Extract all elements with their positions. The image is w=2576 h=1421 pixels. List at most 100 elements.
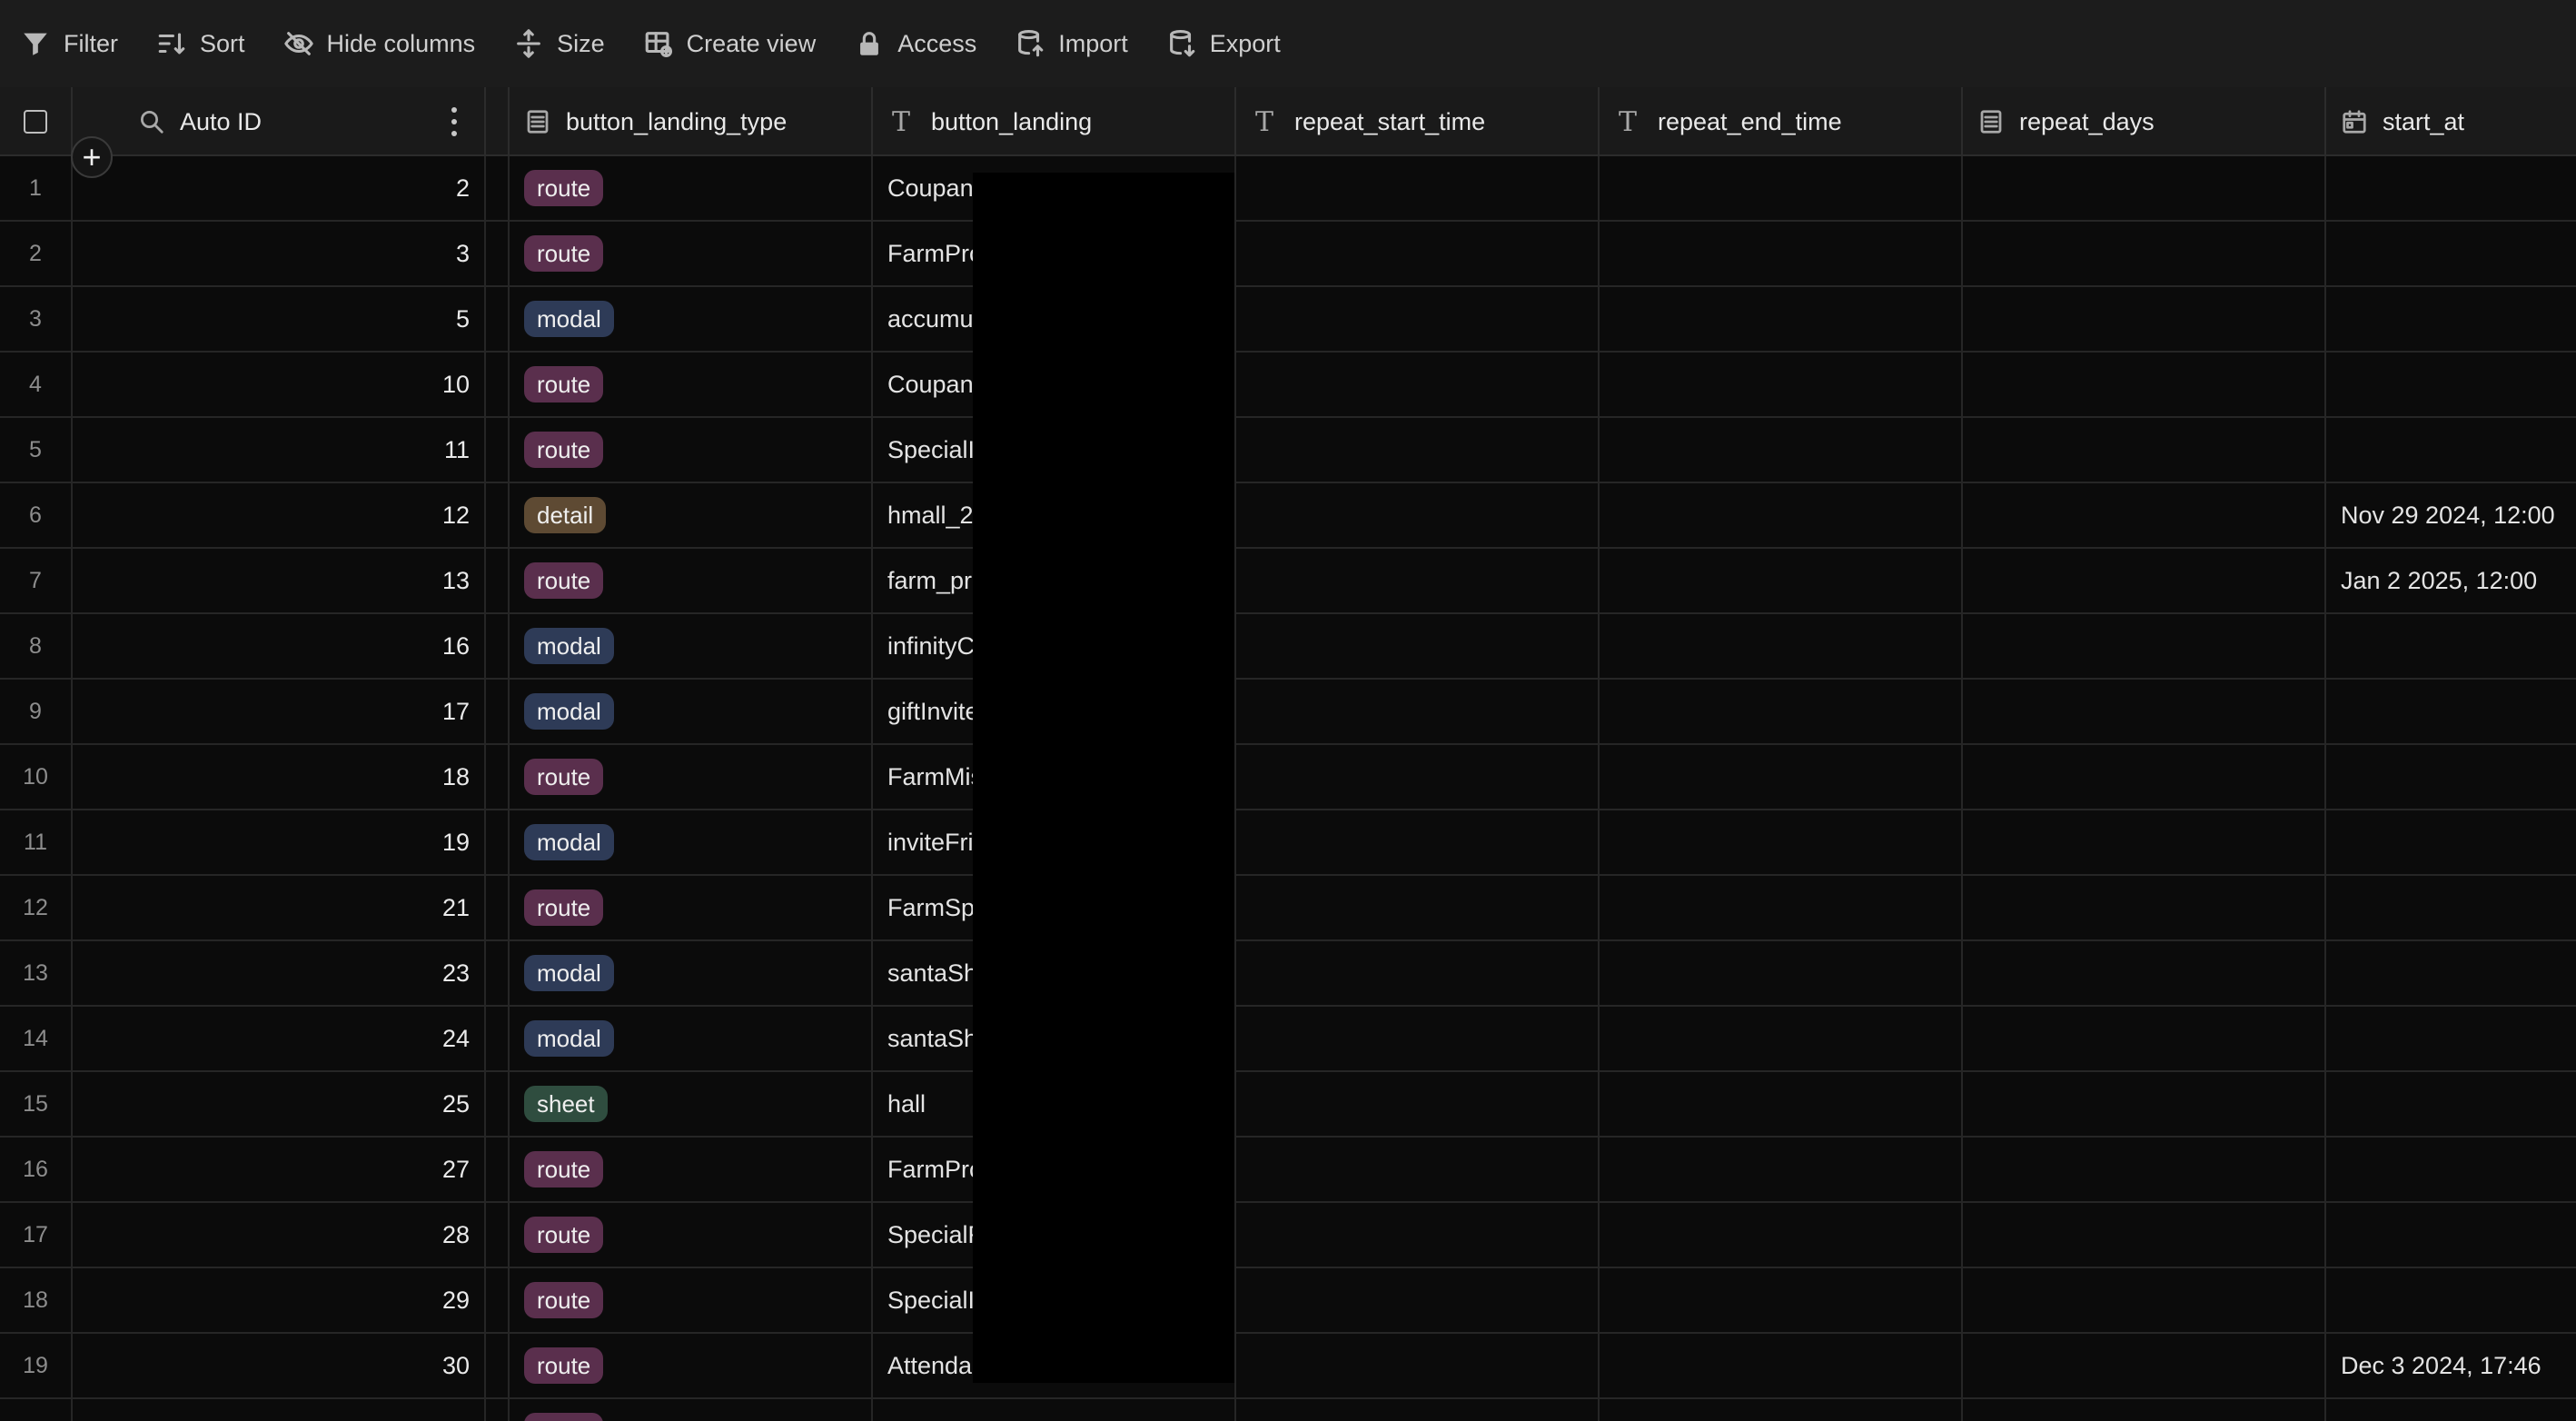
repeat-days-cell[interactable] <box>1963 287 2326 351</box>
button-landing-type-cell[interactable]: route <box>510 1334 873 1397</box>
repeat-start-time-cell[interactable] <box>1236 1203 1600 1267</box>
repeat-end-time-cell[interactable] <box>1600 1334 1963 1397</box>
button-landing-type-cell[interactable]: modal <box>510 680 873 743</box>
button-landing-type-cell[interactable]: route <box>510 156 873 220</box>
table-row[interactable]: 14 24 modal santaSh <box>0 1007 2576 1072</box>
auto-id-cell[interactable]: 19 <box>73 810 486 874</box>
auto-id-cell[interactable]: 10 <box>73 353 486 416</box>
table-row[interactable]: 4 10 route Coupan <box>0 353 2576 418</box>
table-row[interactable]: 2032 route FarmTalkTalk <box>0 1399 2576 1421</box>
button-landing-type-cell[interactable]: modal <box>510 810 873 874</box>
repeat-days-cell[interactable] <box>1963 1072 2326 1136</box>
auto-id-cell[interactable]: 13 <box>73 549 486 612</box>
start-at-cell[interactable] <box>2326 1203 2576 1267</box>
table-row[interactable]: 10 18 route FarmMis <box>0 745 2576 810</box>
auto-id-cell[interactable]: 25 <box>73 1072 486 1136</box>
size-button[interactable]: Size <box>513 16 605 71</box>
repeat-days-cell[interactable] <box>1963 1007 2326 1070</box>
repeat-start-time-cell[interactable] <box>1236 1072 1600 1136</box>
button-landing-type-cell[interactable]: route <box>510 222 873 285</box>
auto-id-cell[interactable]: 11 <box>73 418 486 482</box>
table-row[interactable]: 7 13 route farm_pr Jan 2 2025, 12:00 <box>0 549 2576 614</box>
auto-id-cell[interactable]: 24 <box>73 1007 486 1070</box>
button-landing-type-cell[interactable]: modal <box>510 1007 873 1070</box>
auto-id-cell[interactable]: 23 <box>73 941 486 1005</box>
start-at-cell[interactable] <box>2326 876 2576 939</box>
start-at-cell[interactable] <box>2326 353 2576 416</box>
repeat-days-cell[interactable] <box>1963 1399 2326 1421</box>
repeat-start-time-cell[interactable] <box>1236 1138 1600 1201</box>
repeat-days-cell[interactable] <box>1963 810 2326 874</box>
repeat-end-time-cell[interactable] <box>1600 810 1963 874</box>
repeat-start-time-cell[interactable] <box>1236 156 1600 220</box>
import-button[interactable]: Import <box>1015 16 1128 71</box>
start-at-cell[interactable] <box>2326 1138 2576 1201</box>
hide-columns-button[interactable]: Hide columns <box>283 16 475 71</box>
table-row[interactable]: 1 2 route Coupan <box>0 156 2576 222</box>
button-landing-type-cell[interactable]: detail <box>510 483 873 547</box>
start-at-cell[interactable] <box>2326 222 2576 285</box>
auto-id-cell[interactable]: 21 <box>73 876 486 939</box>
repeat-end-time-cell[interactable] <box>1600 222 1963 285</box>
button-landing-type-cell[interactable]: route <box>510 1268 873 1332</box>
repeat-start-time-cell[interactable] <box>1236 680 1600 743</box>
start-at-cell[interactable] <box>2326 1399 2576 1421</box>
table-row[interactable]: 12 21 route FarmSpe <box>0 876 2576 941</box>
create-view-button[interactable]: Create view <box>643 16 816 71</box>
repeat-days-cell[interactable] <box>1963 614 2326 678</box>
repeat-start-time-cell[interactable] <box>1236 418 1600 482</box>
table-row[interactable]: 18 29 route SpecialI <box>0 1268 2576 1334</box>
export-button[interactable]: Export <box>1166 16 1281 71</box>
repeat-end-time-cell[interactable] <box>1600 1072 1963 1136</box>
repeat-end-time-cell[interactable] <box>1600 876 1963 939</box>
repeat-start-time-cell[interactable] <box>1236 810 1600 874</box>
start-at-cell[interactable]: Jan 2 2025, 12:00 <box>2326 549 2576 612</box>
table-row[interactable]: 17 28 route SpecialF <box>0 1203 2576 1268</box>
button-landing-cell[interactable]: FarmTalkTalk <box>873 1399 1236 1421</box>
button-landing-type-cell[interactable]: modal <box>510 614 873 678</box>
auto-id-cell[interactable]: 32 <box>73 1399 486 1421</box>
repeat-end-time-cell[interactable] <box>1600 1138 1963 1201</box>
button-landing-type-cell[interactable]: modal <box>510 941 873 1005</box>
auto-id-cell[interactable]: 3 <box>73 222 486 285</box>
auto-id-cell[interactable]: 2 <box>73 156 486 220</box>
button-landing-type-cell[interactable]: sheet <box>510 1072 873 1136</box>
button-landing-type-cell[interactable]: route <box>510 1138 873 1201</box>
repeat-days-cell[interactable] <box>1963 1268 2326 1332</box>
filter-button[interactable]: Filter <box>20 16 118 71</box>
repeat-start-time-cell[interactable] <box>1236 614 1600 678</box>
repeat-end-time-cell[interactable] <box>1600 483 1963 547</box>
table-row[interactable]: 3 5 modal accumu <box>0 287 2576 353</box>
repeat-start-time-cell[interactable] <box>1236 287 1600 351</box>
table-row[interactable]: 11 19 modal inviteFri <box>0 810 2576 876</box>
auto-id-cell[interactable]: 18 <box>73 745 486 809</box>
start-at-cell[interactable] <box>2326 1007 2576 1070</box>
button-landing-type-cell[interactable]: route <box>510 1203 873 1267</box>
table-row[interactable]: 19 30 route Attenda Dec 3 2024, 17:46 <box>0 1334 2576 1399</box>
auto-id-cell[interactable]: 16 <box>73 614 486 678</box>
column-header-button-landing-type[interactable]: button_landing_type <box>510 87 873 156</box>
repeat-end-time-cell[interactable] <box>1600 1399 1963 1421</box>
repeat-start-time-cell[interactable] <box>1236 1268 1600 1332</box>
access-button[interactable]: Access <box>854 16 976 71</box>
auto-id-cell[interactable]: 5 <box>73 287 486 351</box>
auto-id-cell[interactable]: 12 <box>73 483 486 547</box>
button-landing-type-cell[interactable]: route <box>510 1399 873 1421</box>
repeat-start-time-cell[interactable] <box>1236 745 1600 809</box>
repeat-days-cell[interactable] <box>1963 1203 2326 1267</box>
start-at-cell[interactable] <box>2326 680 2576 743</box>
repeat-end-time-cell[interactable] <box>1600 549 1963 612</box>
repeat-start-time-cell[interactable] <box>1236 222 1600 285</box>
select-all-checkbox[interactable] <box>24 110 47 134</box>
button-landing-type-cell[interactable]: route <box>510 353 873 416</box>
repeat-start-time-cell[interactable] <box>1236 1007 1600 1070</box>
repeat-end-time-cell[interactable] <box>1600 1007 1963 1070</box>
repeat-start-time-cell[interactable] <box>1236 1399 1600 1421</box>
start-at-cell[interactable] <box>2326 1072 2576 1136</box>
repeat-start-time-cell[interactable] <box>1236 353 1600 416</box>
column-header-repeat-start-time[interactable]: T repeat_start_time <box>1236 87 1600 156</box>
repeat-days-cell[interactable] <box>1963 483 2326 547</box>
column-header-repeat-end-time[interactable]: T repeat_end_time <box>1600 87 1963 156</box>
auto-id-cell[interactable]: 27 <box>73 1138 486 1201</box>
table-row[interactable]: 13 23 modal santaSh <box>0 941 2576 1007</box>
